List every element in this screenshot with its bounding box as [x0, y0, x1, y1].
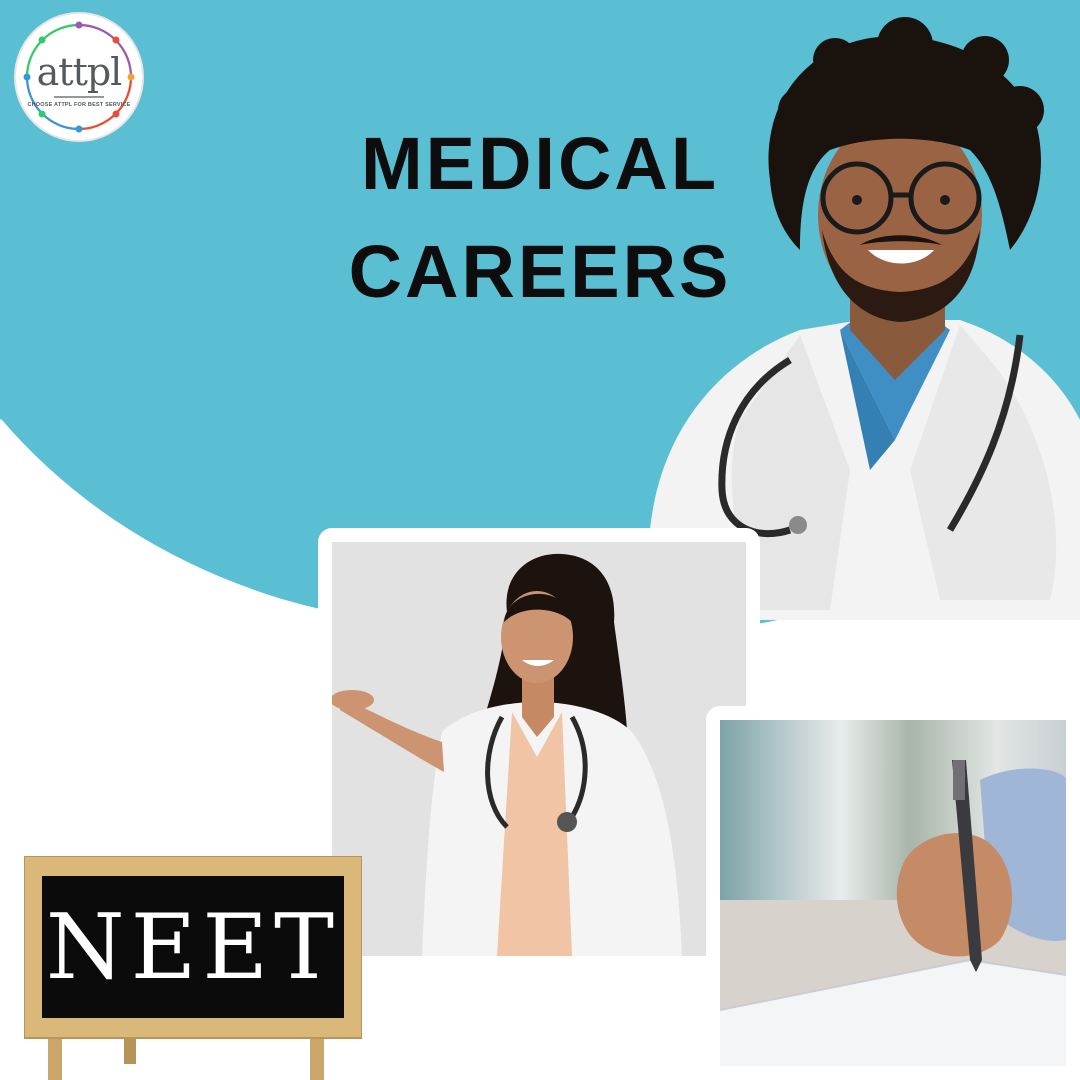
signing-document-image — [720, 720, 1066, 1066]
logo-tagline: CHOOSE ATTPL FOR BEST SERVICE — [27, 102, 131, 108]
logo-wordmark: attpl — [36, 50, 123, 94]
photo-card-signing — [706, 706, 1080, 1080]
headline-line-1: MEDICAL — [360, 122, 720, 205]
headline: MEDICAL CAREERS — [300, 110, 780, 326]
attpl-logo: attpl CHOOSE ATTPL FOR BEST SERVICE — [16, 14, 142, 140]
photo-card-female-doctor — [318, 528, 760, 968]
headline-line-2: CAREERS — [348, 230, 732, 313]
female-doctor-image — [332, 542, 746, 956]
neet-board: NEET — [24, 856, 362, 1080]
board-text: NEET — [45, 894, 341, 1000]
poster: attpl CHOOSE ATTPL FOR BEST SERVICE MEDI… — [0, 0, 1080, 1080]
